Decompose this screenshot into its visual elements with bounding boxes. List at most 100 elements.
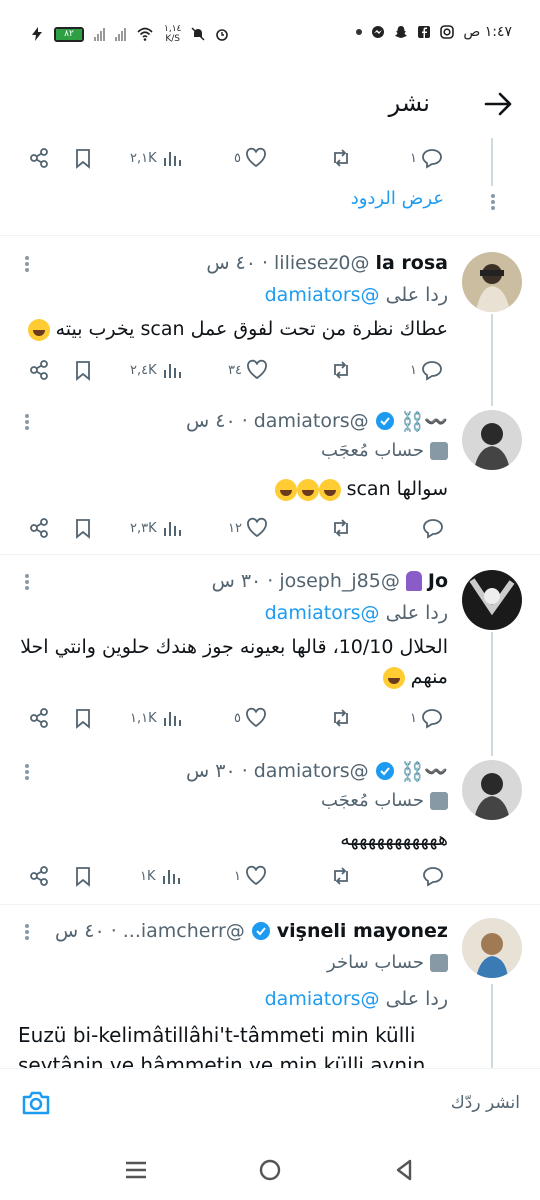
back-arrow-icon[interactable] bbox=[484, 90, 512, 118]
views-button[interactable]: ٢,٤K bbox=[130, 350, 183, 390]
divider bbox=[0, 554, 540, 555]
views-icon bbox=[163, 712, 181, 726]
more-icon[interactable] bbox=[24, 762, 30, 784]
reply-button[interactable]: ١ bbox=[410, 350, 443, 390]
timestamp[interactable]: ٤٠ س bbox=[186, 410, 236, 432]
share-button[interactable] bbox=[28, 350, 50, 390]
views-count: ٢,٣K bbox=[130, 520, 157, 536]
verified-badge-icon bbox=[375, 412, 394, 430]
recent-apps-icon[interactable] bbox=[122, 1156, 150, 1184]
retweet-button[interactable] bbox=[330, 350, 352, 390]
like-button[interactable]: ٥ bbox=[234, 698, 267, 738]
more-icon[interactable] bbox=[490, 192, 496, 214]
retweet-button[interactable] bbox=[330, 698, 352, 738]
charging-icon bbox=[32, 27, 42, 41]
avatar[interactable] bbox=[462, 760, 522, 820]
action-row: ١,١K ٥ ١ bbox=[18, 698, 458, 738]
timestamp[interactable]: ٤٠ س bbox=[55, 920, 105, 942]
bookmark-icon bbox=[76, 867, 90, 887]
username[interactable]: @damiators bbox=[254, 760, 369, 782]
display-name[interactable]: Jo bbox=[428, 570, 448, 592]
timestamp[interactable]: ٤٠ س bbox=[206, 252, 256, 274]
reply-button[interactable]: ١ bbox=[410, 138, 443, 178]
avatar-image bbox=[462, 252, 522, 312]
bookmark-button[interactable] bbox=[72, 508, 94, 548]
like-button[interactable]: ٣٤ bbox=[228, 350, 268, 390]
share-button[interactable] bbox=[28, 856, 50, 896]
instagram-icon bbox=[440, 25, 455, 39]
username[interactable]: @joseph_j85 bbox=[279, 570, 400, 592]
camera-icon[interactable] bbox=[20, 1087, 52, 1119]
reply-prefix: ردا على bbox=[385, 988, 448, 1010]
likes-count: ٣٤ bbox=[228, 362, 242, 378]
bookmark-button[interactable] bbox=[72, 350, 94, 390]
share-button[interactable] bbox=[28, 138, 50, 178]
username[interactable]: @liliesez0 bbox=[274, 252, 369, 274]
timestamp[interactable]: ٣٠ س bbox=[212, 570, 262, 592]
bookmark-button[interactable] bbox=[72, 698, 94, 738]
retweet-button[interactable] bbox=[330, 856, 352, 896]
avatar-image bbox=[462, 570, 522, 630]
display-name-emoji[interactable]: 〰️⛓️ bbox=[401, 760, 448, 783]
status-left: ٨٢ ١,١٤ K/S bbox=[30, 24, 229, 44]
username[interactable]: @damiators bbox=[254, 410, 369, 432]
retweet-button[interactable] bbox=[330, 508, 352, 548]
likes-count: ١٢ bbox=[228, 520, 242, 536]
reply-input[interactable]: انشر ردّك bbox=[451, 1093, 520, 1113]
share-button[interactable] bbox=[28, 508, 50, 548]
thread-feed[interactable]: ٢,١K ٥ ١ عرض الردود la rosa @liliesez0 ·… bbox=[0, 138, 540, 1068]
like-button[interactable]: ١ bbox=[234, 856, 267, 896]
bookmark-icon bbox=[76, 149, 90, 169]
more-icon[interactable] bbox=[24, 922, 30, 944]
avatar[interactable] bbox=[462, 410, 522, 470]
account-label-text: حساب ساخر bbox=[327, 952, 424, 973]
reply-mention-link[interactable]: @damiators bbox=[265, 284, 380, 306]
reply-composer[interactable]: انشر ردّك bbox=[0, 1068, 540, 1140]
reply-button[interactable] bbox=[422, 856, 444, 896]
like-button[interactable]: ٥ bbox=[234, 138, 267, 178]
battery-icon: ٨٢ bbox=[54, 26, 84, 42]
heart-icon bbox=[247, 517, 267, 538]
avatar[interactable] bbox=[462, 570, 522, 630]
display-name[interactable]: la rosa bbox=[375, 252, 448, 274]
alarm-icon bbox=[216, 29, 229, 41]
avatar[interactable] bbox=[462, 918, 522, 978]
reply-mention-link[interactable]: @damiators bbox=[265, 988, 380, 1010]
reply-context: ردا على @damiators bbox=[265, 602, 448, 624]
retweet-button[interactable] bbox=[330, 138, 352, 178]
bookmark-button[interactable] bbox=[72, 138, 94, 178]
more-icon[interactable] bbox=[24, 254, 30, 276]
like-button[interactable]: ١٢ bbox=[228, 508, 268, 548]
reply-mention-link[interactable]: @damiators bbox=[265, 602, 380, 624]
battery-level: ٨٢ bbox=[56, 28, 82, 40]
home-icon[interactable] bbox=[256, 1156, 284, 1184]
views-count: ٢,١K bbox=[130, 150, 157, 166]
timestamp[interactable]: ٣٠ س bbox=[186, 760, 236, 782]
reply-icon bbox=[423, 867, 443, 887]
avatar[interactable] bbox=[462, 252, 522, 312]
display-name[interactable]: vişneli mayonez bbox=[277, 920, 448, 942]
more-icon[interactable] bbox=[24, 412, 30, 434]
status-right: ١:٤٧ ص bbox=[356, 24, 512, 40]
views-button[interactable]: ٢,١K bbox=[130, 138, 183, 178]
share-button[interactable] bbox=[28, 698, 50, 738]
views-button[interactable]: ١,١K bbox=[130, 698, 183, 738]
tweet-header: la rosa @liliesez0 · ٤٠ س bbox=[206, 248, 448, 278]
likes-count: ١ bbox=[234, 868, 241, 884]
thread-line bbox=[491, 632, 493, 756]
action-row: ٢,٣K ١٢ bbox=[18, 508, 458, 548]
reply-button[interactable]: ١ bbox=[410, 698, 443, 738]
bookmark-button[interactable] bbox=[72, 856, 94, 896]
views-button[interactable]: ١K bbox=[140, 856, 182, 896]
display-name-emoji[interactable]: 〰️⛓️ bbox=[401, 410, 448, 433]
share-icon bbox=[30, 148, 48, 168]
reply-button[interactable] bbox=[422, 508, 444, 548]
username[interactable]: @iamcherr... bbox=[123, 920, 245, 942]
back-icon[interactable] bbox=[390, 1156, 418, 1184]
replies-count: ١ bbox=[410, 710, 417, 726]
avatar-image bbox=[462, 760, 522, 820]
separator-dot: · bbox=[110, 920, 117, 942]
views-button[interactable]: ٢,٣K bbox=[130, 508, 183, 548]
show-replies-link[interactable]: عرض الردود bbox=[351, 188, 444, 209]
more-icon[interactable] bbox=[24, 572, 30, 594]
